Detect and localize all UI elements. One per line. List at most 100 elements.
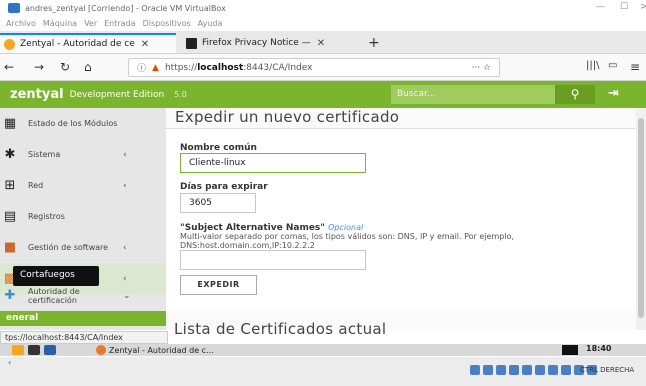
menu-dispositivos[interactable]: Dispositivos (143, 19, 191, 28)
modules-status-icon: ▦ (3, 116, 17, 131)
status-url-overlay: tps://localhost:8443/CA/Index (0, 331, 168, 344)
package-icon: ■ (3, 240, 17, 255)
certificate-icon: ✚ (4, 288, 16, 303)
taskbar-launchers (12, 345, 56, 355)
terminal-icon (562, 345, 578, 355)
tab-label: Firefox Privacy Notice — (202, 38, 311, 48)
sidebar-item-label: Red (28, 181, 44, 190)
display-icon[interactable] (548, 365, 558, 375)
scroll-left-icon[interactable]: ‹ (8, 358, 11, 367)
chevron-down-icon: ⌄ (123, 290, 131, 301)
clock: 18:40 (586, 344, 612, 353)
zentyal-favicon-icon (4, 38, 15, 50)
close-tab-icon[interactable]: ✕ (141, 39, 149, 50)
audio-icon[interactable] (496, 365, 506, 375)
close-tab-icon[interactable]: ✕ (317, 38, 325, 49)
chevron-left-icon: ‹ (123, 180, 127, 191)
page-title: Expedir un nuevo certificado (175, 108, 400, 126)
sidebar-item-red[interactable]: ⊞ Red ‹ (0, 170, 166, 201)
sidebar-item-software[interactable]: ■ Gestión de software ‹ (0, 232, 166, 263)
sidebar-item-modules-status[interactable]: ▦ Estado de los Módulos (0, 108, 166, 139)
search-input[interactable]: Buscar... (391, 85, 555, 104)
recording-icon[interactable] (561, 365, 571, 375)
page-actions-icon[interactable]: ··· ☆ (471, 63, 491, 73)
usb-icon[interactable] (522, 365, 532, 375)
reload-icon[interactable]: ↻ (60, 60, 70, 74)
sidebar-item-label: Sistema (28, 150, 61, 159)
sidebar-item-registros[interactable]: ▤ Registros (0, 201, 166, 232)
zentyal-header: zentyal Development Edition 5.0 Buscar..… (0, 81, 646, 108)
url-scheme: https:// (164, 62, 198, 73)
network-icon: ⊞ (4, 178, 16, 193)
version-label: 5.0 (174, 90, 187, 99)
url-path: :8443/CA/Index (243, 62, 313, 73)
san-hint-line1: Multi-valor separado por comas, los tipo… (180, 232, 514, 241)
san-hint-line2: DNS:host.domain.com,IP:10.2.2.2 (180, 241, 315, 250)
minimize-icon[interactable]: — (596, 2, 605, 12)
sidebar-item-label: Estado de los Módulos (28, 119, 118, 128)
url-bar[interactable]: ⓘ ▲ https:// localhost :8443/CA/Index ··… (128, 58, 500, 77)
browser-nav-bar: ← → ↻ ⌂ ⓘ ▲ https:// localhost :8443/CA/… (0, 54, 646, 81)
maximize-icon[interactable]: ☐ (620, 2, 628, 12)
browser-tab-bar: Zentyal - Autoridad de ce ✕ Firefox Priv… (0, 31, 646, 54)
sidebar-item-sistema[interactable]: ✱ Sistema ‹ (0, 139, 166, 170)
vbox-window-title: andres_zentyal [Corriendo] - Oracle VM V… (25, 3, 226, 13)
san-field[interactable] (180, 250, 366, 270)
common-name-label: Nombre común (180, 143, 257, 153)
shared-folder-icon[interactable] (535, 365, 545, 375)
taskbar-app-label: Zentyal - Autoridad de c... (109, 345, 214, 355)
firefox-privacy-favicon-icon (186, 37, 197, 49)
certificates-list-title: Lista de Certificados actual (174, 320, 387, 338)
home-icon[interactable]: ⌂ (84, 60, 92, 74)
tab-firefox-privacy[interactable]: Firefox Privacy Notice — ✕ (180, 33, 360, 53)
common-name-field[interactable]: Cliente-linux (180, 153, 366, 173)
sidebar: ▦ Estado de los Módulos ✱ Sistema ‹ ⊞ Re… (0, 108, 166, 330)
new-tab-icon[interactable]: + (368, 35, 380, 51)
sidebar-icon[interactable]: ▭ (608, 60, 617, 71)
menu-entrada[interactable]: Entrada (104, 19, 135, 28)
launcher-icon[interactable] (12, 345, 24, 355)
firefox-icon (96, 345, 106, 355)
menu-ayuda[interactable]: Ayuda (198, 19, 223, 28)
launcher-icon[interactable] (28, 345, 40, 355)
gear-icon: ✱ (4, 147, 16, 162)
guest-taskbar: Zentyal - Autoridad de c... 18:40 (0, 344, 646, 356)
library-icon[interactable]: |||\ (586, 60, 599, 71)
close-window-icon[interactable]: > (640, 2, 646, 12)
network-adapter-icon[interactable] (509, 365, 519, 375)
virtualbox-logo-icon (8, 3, 20, 13)
chevron-left-icon: ‹ (123, 242, 127, 253)
sidebar-item-label: Gestión de software (28, 243, 109, 252)
insecure-lock-icon[interactable]: ▲ (152, 63, 159, 73)
zentyal-logo[interactable]: zentyal (10, 87, 64, 102)
hdd-icon[interactable] (470, 365, 480, 375)
menu-archivo[interactable]: Archivo (6, 19, 36, 28)
magnifier-icon[interactable]: ⚲ (555, 85, 595, 104)
optical-icon[interactable] (483, 365, 493, 375)
tab-label: Zentyal - Autoridad de ce (20, 39, 135, 49)
launcher-icon[interactable] (44, 345, 56, 355)
vbox-title-bar: andres_zentyal [Corriendo] - Oracle VM V… (0, 0, 646, 16)
sidebar-item-label: Registros (28, 212, 65, 221)
logout-icon[interactable]: ⇥ (608, 86, 619, 101)
info-icon[interactable]: ⓘ (137, 61, 146, 74)
virtualbox-window: andres_zentyal [Corriendo] - Oracle VM V… (0, 0, 646, 386)
back-icon[interactable]: ← (4, 60, 14, 74)
hamburger-menu-icon[interactable]: ≡ (630, 60, 640, 74)
forward-icon[interactable]: → (34, 60, 44, 74)
menu-maquina[interactable]: Máquina (43, 19, 77, 28)
menu-ver[interactable]: Ver (84, 19, 97, 28)
tab-zentyal[interactable]: Zentyal - Autoridad de ce ✕ (0, 33, 176, 53)
days-label: Días para expirar (180, 182, 268, 192)
sidebar-section-general[interactable]: eneral (0, 311, 166, 326)
url-host: localhost (197, 62, 244, 73)
scrollbar-thumb[interactable] (638, 118, 644, 318)
taskbar-app-zentyal[interactable]: Zentyal - Autoridad de c... (96, 344, 214, 356)
expedir-button[interactable]: EXPEDIR (180, 275, 257, 295)
sidebar-item-label: Autoridad de certificación (28, 286, 80, 305)
logs-icon: ▤ (3, 209, 17, 224)
edition-label: Development Edition (69, 89, 165, 100)
chevron-left-icon: ‹ (123, 149, 127, 160)
tooltip: Cortafuegos (13, 266, 99, 286)
days-field[interactable]: 3605 (180, 193, 256, 213)
